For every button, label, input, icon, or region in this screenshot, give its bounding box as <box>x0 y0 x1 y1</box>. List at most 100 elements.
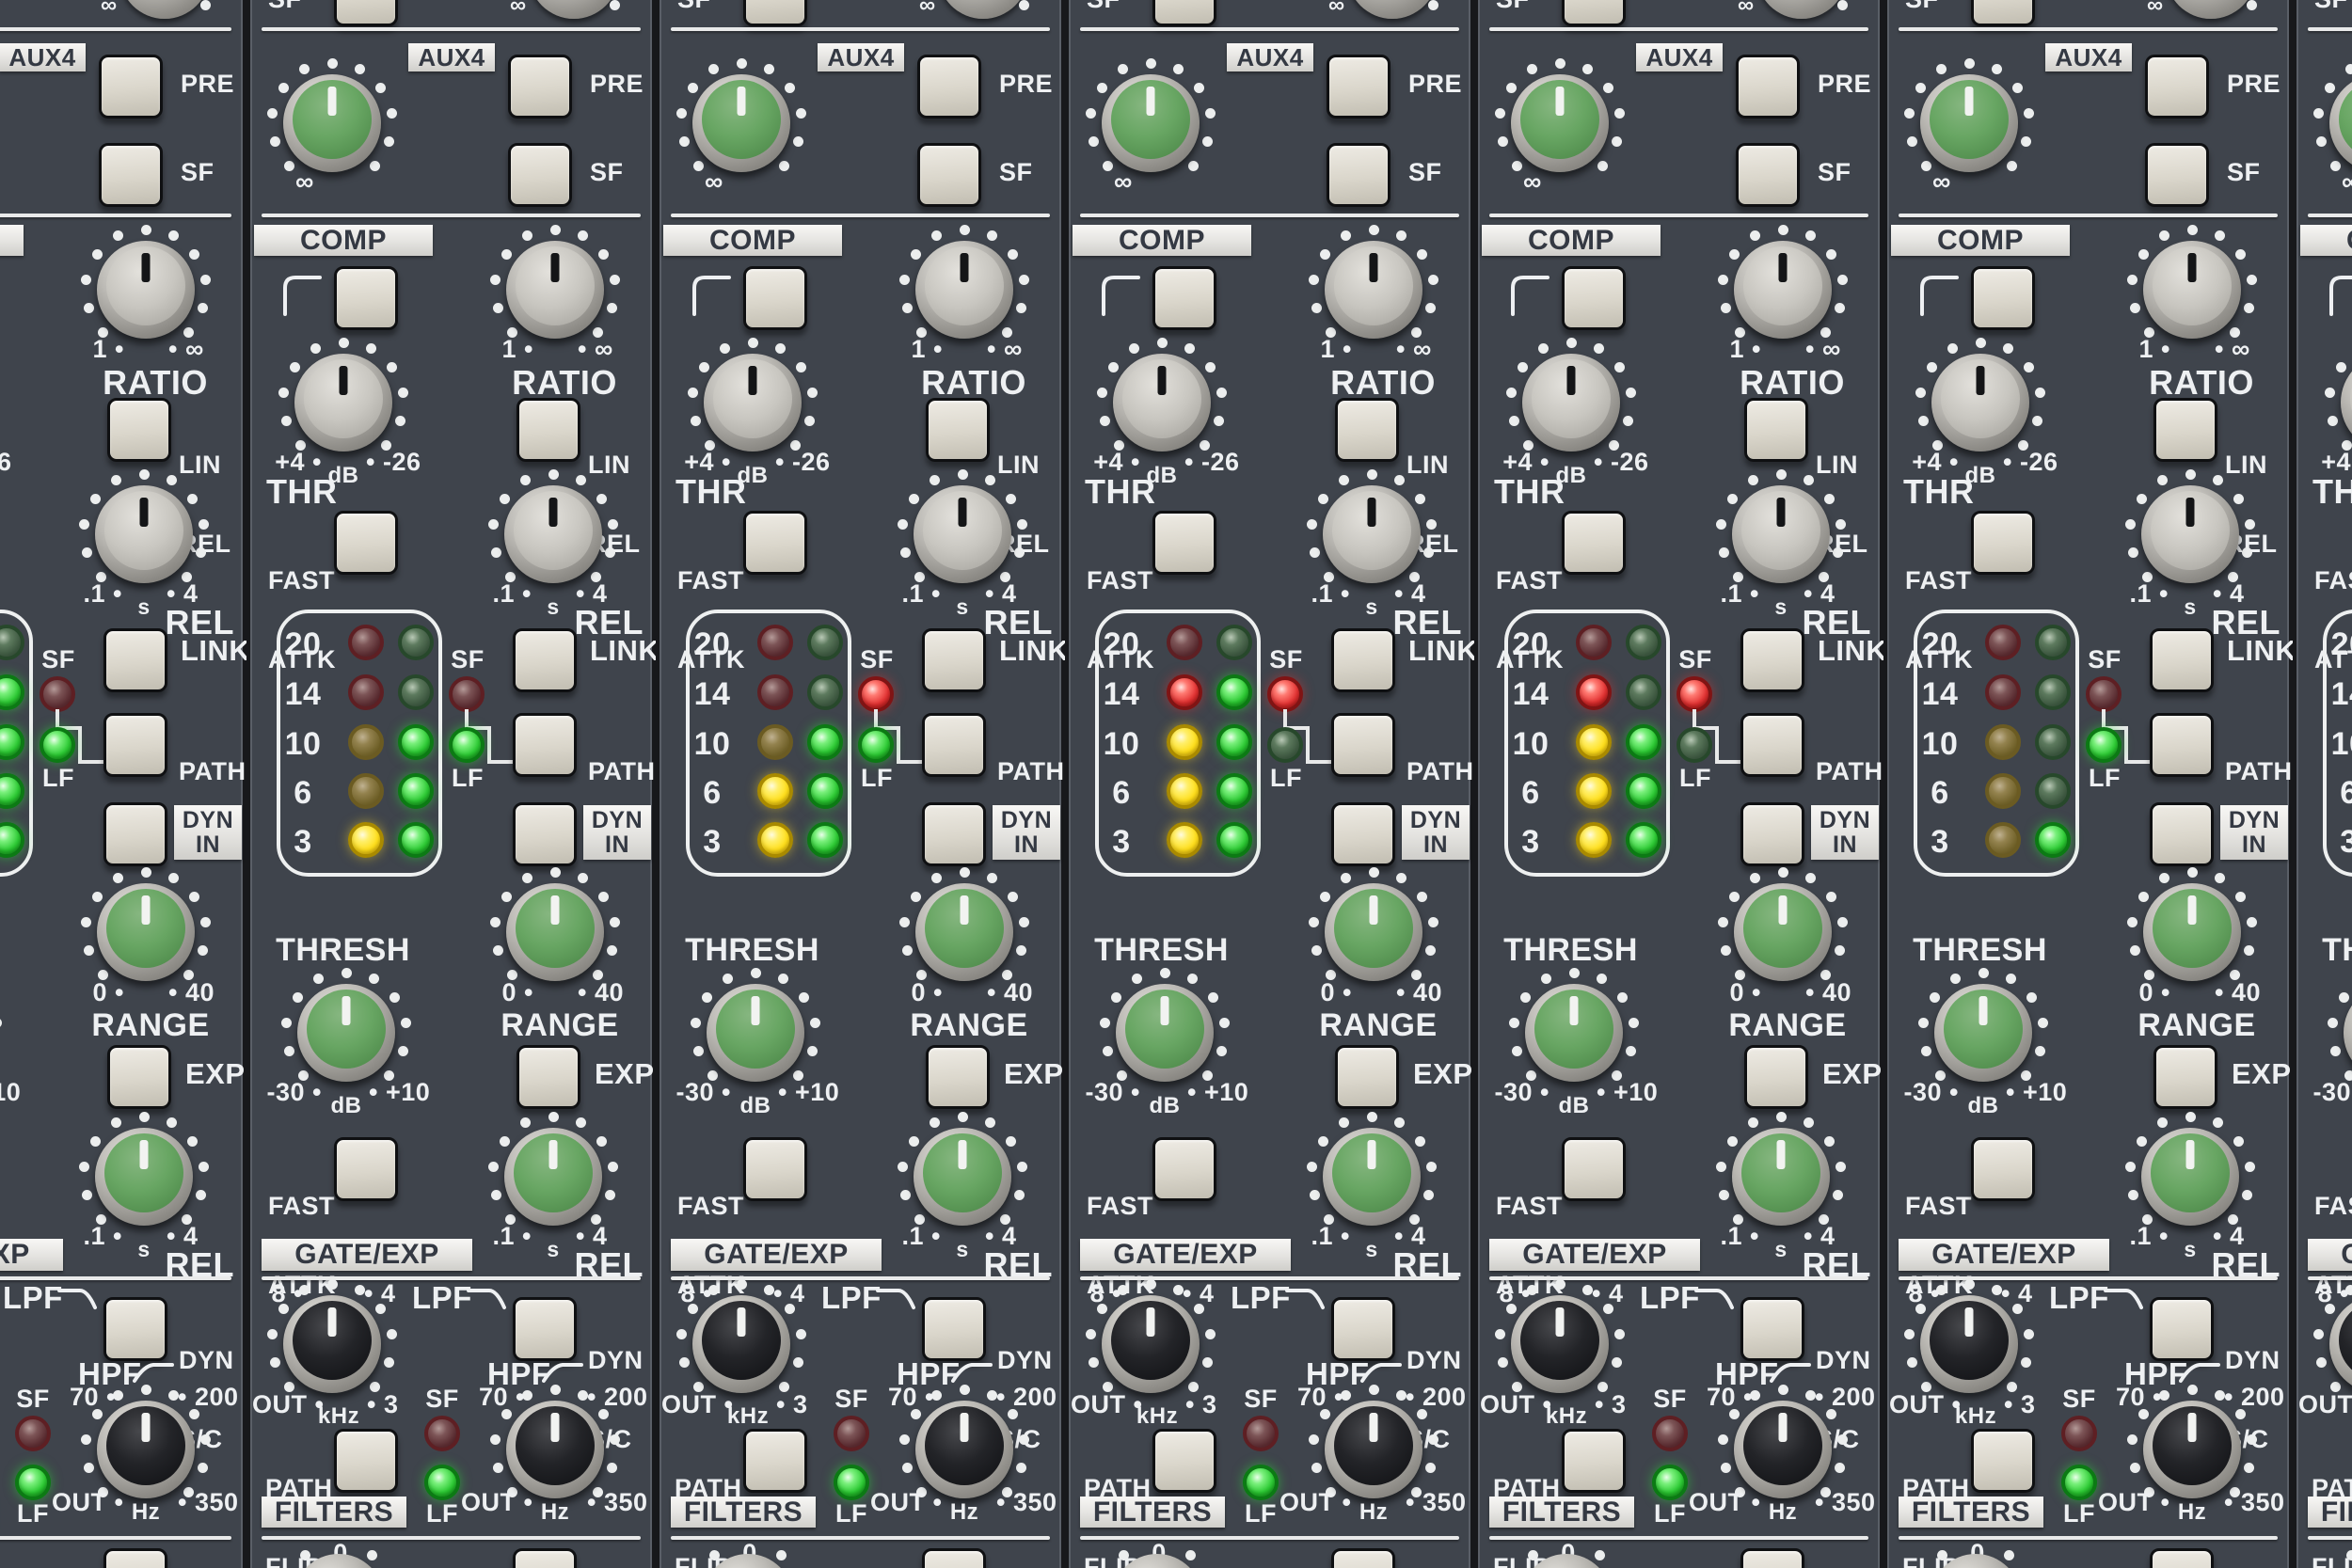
aux4-sf-button[interactable] <box>508 143 572 207</box>
aux4-pre-button[interactable] <box>917 55 981 119</box>
gate-fast-attack-button[interactable] <box>1971 1137 2035 1201</box>
comp-path-flip-button[interactable] <box>922 713 986 777</box>
filters-path-flip-button[interactable] <box>1152 1429 1216 1493</box>
dyn-in-button[interactable] <box>513 802 577 866</box>
comp-lin-rel-button[interactable] <box>516 398 580 462</box>
hpf-out-label: OUT • <box>1689 1488 1761 1516</box>
aux4-infinity-label: ∞ <box>2342 167 2352 196</box>
aux4-sf-button[interactable] <box>99 143 163 207</box>
dyn-in-button[interactable] <box>103 802 167 866</box>
comp-knee-icon <box>692 276 731 316</box>
comp-lin-rel-button[interactable] <box>1744 398 1808 462</box>
comp-fast-attack-button[interactable] <box>1562 511 1626 575</box>
aux4-pre-button[interactable] <box>99 55 163 119</box>
aux4-sf-button[interactable] <box>917 143 981 207</box>
aux4-level-knob[interactable] <box>675 57 807 189</box>
comp-knee-button[interactable] <box>334 266 398 330</box>
hpf-curve-icon <box>1770 1363 1811 1383</box>
dyn-in-button[interactable] <box>2150 802 2214 866</box>
filters-path-flip-button[interactable] <box>334 1429 398 1493</box>
gate-exp-button[interactable] <box>2153 1045 2217 1109</box>
aux4-sf-button[interactable] <box>1327 143 1391 207</box>
hpf-end-label: • 350 <box>178 1488 239 1516</box>
aux4-level-knob[interactable] <box>1085 57 1216 189</box>
comp-fast-attack-button[interactable] <box>334 511 398 575</box>
dyn-sc-button[interactable] <box>2150 1297 2214 1361</box>
comp-lin-rel-button[interactable] <box>107 398 171 462</box>
next-section-button[interactable] <box>2150 1548 2214 1568</box>
next-section-button[interactable] <box>513 1548 577 1568</box>
aux4-sf-button[interactable] <box>1736 143 1800 207</box>
next-section-button[interactable] <box>103 1548 167 1568</box>
gate-fast-attack-button[interactable] <box>1562 1137 1626 1201</box>
aux3-sf-button[interactable] <box>1562 0 1626 26</box>
next-section-button[interactable] <box>922 1548 986 1568</box>
aux3-sf-button[interactable] <box>1152 0 1216 26</box>
gate-rel-knob-cap <box>104 1133 183 1212</box>
gate-exp-button[interactable] <box>1744 1045 1808 1109</box>
comp-fast-attack-button[interactable] <box>1152 511 1216 575</box>
comp-link-button[interactable] <box>1331 628 1395 692</box>
aux4-sf-button[interactable] <box>2145 143 2209 207</box>
gate-exp-button[interactable] <box>1335 1045 1399 1109</box>
range-knob-pointer <box>2187 895 2197 925</box>
dyn-in-label: DYN IN <box>2220 805 2288 860</box>
gate-fast-attack-button[interactable] <box>743 1137 807 1201</box>
comp-path-flip-button[interactable] <box>513 713 577 777</box>
comp-lin-rel-button[interactable] <box>926 398 990 462</box>
aux3-sf-button[interactable] <box>1971 0 2035 26</box>
thresh-knob-cap <box>307 990 386 1069</box>
gate-fast-attack-button[interactable] <box>334 1137 398 1201</box>
dyn-sc-button[interactable] <box>513 1297 577 1361</box>
aux4-pre-button[interactable] <box>2145 55 2209 119</box>
comp-path-flip-button[interactable] <box>103 713 167 777</box>
next-section-button[interactable] <box>1740 1548 1804 1568</box>
comp-link-button[interactable] <box>922 628 986 692</box>
dyn-sc-button[interactable] <box>103 1297 167 1361</box>
dyn-sc-button[interactable] <box>1331 1297 1395 1361</box>
comp-link-button[interactable] <box>1740 628 1804 692</box>
filters-path-flip-button[interactable] <box>1971 1429 2035 1493</box>
gate-exp-button[interactable] <box>926 1045 990 1109</box>
ratio-min-label: 1 • <box>92 335 124 363</box>
aux4-pre-button[interactable] <box>508 55 572 119</box>
comp-knee-button[interactable] <box>1971 266 2035 330</box>
dyn-sc-button[interactable] <box>1740 1297 1804 1361</box>
comp-link-button[interactable] <box>2150 628 2214 692</box>
comp-path-flip-button[interactable] <box>1740 713 1804 777</box>
aux4-pre-button[interactable] <box>1736 55 1800 119</box>
comp-knee-button[interactable] <box>1562 266 1626 330</box>
gate-exp-button[interactable] <box>516 1045 580 1109</box>
comp-path-flip-button[interactable] <box>2150 713 2214 777</box>
gate-fast-attack-button[interactable] <box>1152 1137 1216 1201</box>
comp-lin-rel-button[interactable] <box>2153 398 2217 462</box>
aux4-level-knob[interactable] <box>1903 57 2035 189</box>
gate-exp-button[interactable] <box>107 1045 171 1109</box>
aux4-pre-button[interactable] <box>1327 55 1391 119</box>
comp-path-flip-button[interactable] <box>1331 713 1395 777</box>
dyn-sc-button[interactable] <box>922 1297 986 1361</box>
comp-link-button[interactable] <box>513 628 577 692</box>
comp-knee-button[interactable] <box>1152 266 1216 330</box>
filters-path-flip-button[interactable] <box>743 1429 807 1493</box>
next-section-button[interactable] <box>1331 1548 1395 1568</box>
aux4-knob-cap <box>293 80 372 159</box>
comp-fast-attack-button[interactable] <box>743 511 807 575</box>
aux3-sf-button[interactable] <box>743 0 807 26</box>
aux4-level-knob[interactable] <box>266 57 398 189</box>
comp-link-button[interactable] <box>103 628 167 692</box>
meter-scale-10: 10 <box>693 726 731 762</box>
ratio-label: RATIO <box>1330 363 1436 402</box>
dyn-in-button[interactable] <box>922 802 986 866</box>
meter-scale-20: 20 <box>1512 626 1549 662</box>
next-knob-tick-dot <box>709 1550 720 1560</box>
comp-lin-rel-button[interactable] <box>1335 398 1399 462</box>
dyn-in-button[interactable] <box>1331 802 1395 866</box>
path-flip-label-line1: PATH <box>588 757 656 785</box>
comp-knee-button[interactable] <box>743 266 807 330</box>
dyn-in-button[interactable] <box>1740 802 1804 866</box>
filters-path-flip-button[interactable] <box>1562 1429 1626 1493</box>
aux3-sf-button[interactable] <box>334 0 398 26</box>
aux4-level-knob[interactable] <box>1494 57 1626 189</box>
comp-fast-attack-button[interactable] <box>1971 511 2035 575</box>
